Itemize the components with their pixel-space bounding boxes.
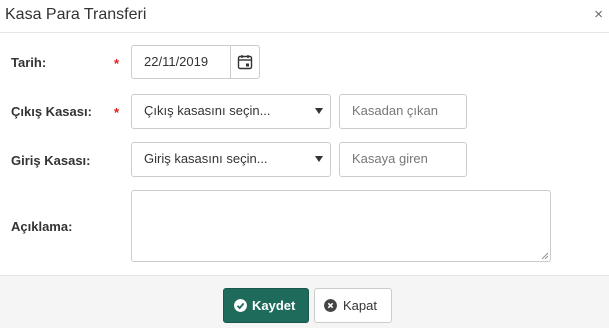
date-value: 22/11/2019 [144, 54, 209, 69]
description-textarea[interactable] [131, 190, 551, 262]
source-required-mark: * [114, 105, 120, 120]
dialog-title: Kasa Para Transferi [5, 6, 147, 23]
save-button[interactable]: Kaydet [223, 288, 309, 323]
target-cash-select[interactable]: Giriş kasasını seçin... [131, 142, 331, 177]
target-cash-select-text: Giriş kasasını seçin... [144, 151, 268, 166]
chevron-down-icon [315, 108, 323, 114]
source-cash-select-text: Çıkış kasasını seçin... [144, 103, 271, 118]
close-circle-icon [324, 299, 337, 312]
target-amount-input[interactable]: Kasaya giren [339, 142, 467, 177]
target-cash-label: Giriş Kasası: [11, 153, 91, 168]
date-picker-button[interactable] [230, 45, 260, 79]
chevron-down-icon [315, 156, 323, 162]
description-label: Açıklama: [11, 219, 73, 234]
source-amount-input[interactable]: Kasadan çıkan [339, 94, 467, 129]
dialog-header: Kasa Para Transferi × [0, 0, 609, 33]
close-button[interactable]: Kapat [314, 288, 392, 323]
resize-grip-icon[interactable] [541, 252, 548, 259]
date-input[interactable]: 22/11/2019 [131, 45, 231, 79]
source-cash-select[interactable]: Çıkış kasasını seçin... [131, 94, 331, 129]
calendar-icon [237, 55, 253, 70]
source-cash-label: Çıkış Kasası: [11, 104, 92, 119]
close-button-label: Kapat [343, 298, 377, 313]
target-amount-placeholder: Kasaya giren [352, 151, 428, 166]
transfer-dialog: Kasa Para Transferi × Tarih: * 22/11/201… [0, 0, 609, 328]
save-button-label: Kaydet [252, 298, 296, 313]
date-label: Tarih: [11, 55, 47, 70]
date-required-mark: * [114, 56, 120, 71]
close-icon[interactable]: × [594, 6, 603, 24]
source-amount-placeholder: Kasadan çıkan [352, 103, 439, 118]
check-circle-icon [234, 299, 247, 312]
